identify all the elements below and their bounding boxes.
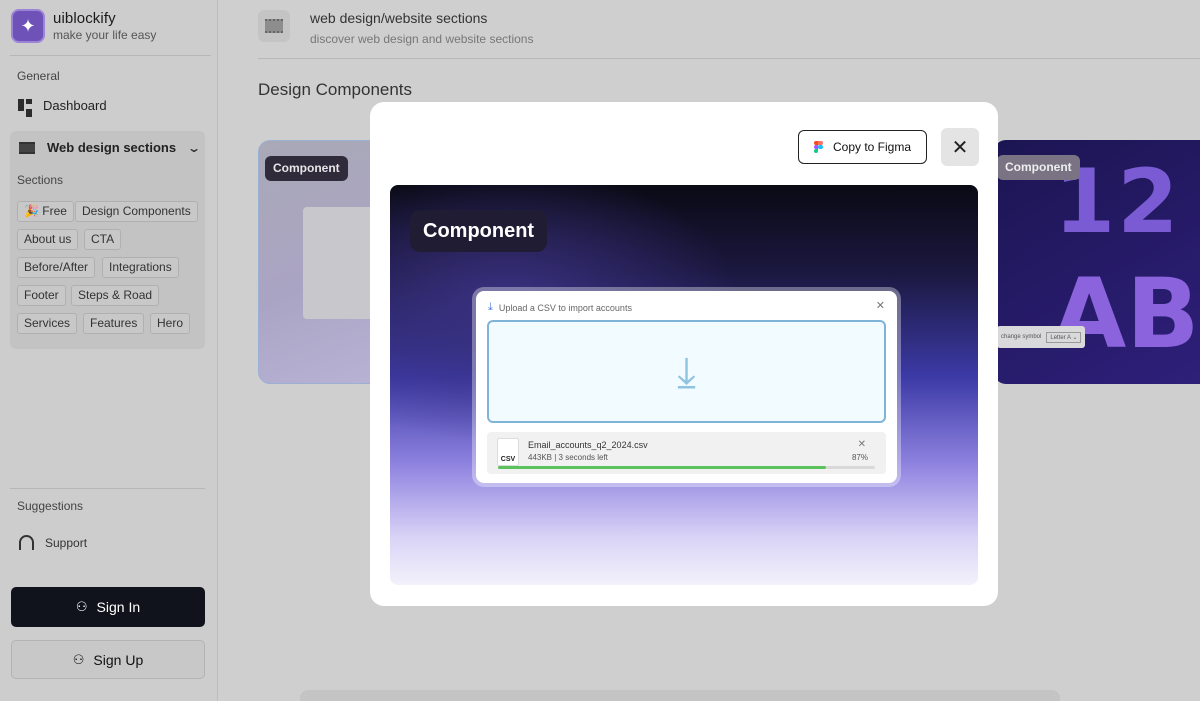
section-icon	[258, 10, 290, 42]
sidebar-item-label: Web design sections	[47, 140, 177, 155]
suggestions-label: Suggestions	[17, 499, 84, 513]
sign-up-label: Sign Up	[93, 651, 144, 668]
scroll-edge	[300, 690, 1060, 701]
sidebar-item-support[interactable]: Support	[19, 535, 87, 550]
upload-title-text: Upload a CSV to import accounts	[498, 302, 632, 313]
card-letters: AB	[1052, 258, 1200, 370]
progress-percent: 87%	[851, 453, 868, 462]
component-preview: Component ⤓ Upload a CSV to import accou…	[390, 185, 978, 585]
upload-title: ⤓ Upload a CSV to import accounts	[488, 301, 632, 314]
copy-to-figma-button[interactable]: Copy to Figma	[798, 130, 927, 164]
card-badge: Component	[997, 155, 1080, 180]
sign-in-button[interactable]: ⚇ Sign In	[11, 587, 205, 627]
dropzone: ⤓	[487, 320, 886, 423]
header-divider	[258, 58, 1200, 59]
progress-track	[498, 466, 875, 469]
chip-before-after[interactable]: Before/After	[17, 257, 96, 278]
chip-design-components[interactable]: Design Components	[75, 201, 198, 222]
file-meta: 443KB | 3 seconds left	[528, 453, 608, 462]
chip-features[interactable]: Features	[83, 313, 145, 334]
component-modal: Copy to Figma ✕ Component ⤓ Upload a CSV…	[370, 102, 998, 606]
logo-icon: ✦	[11, 9, 45, 43]
brand-tagline: make your life easy	[53, 28, 157, 42]
download-arrow-icon: ⤓	[677, 347, 696, 395]
sign-up-button[interactable]: ⚇ Sign Up	[11, 640, 205, 679]
film-icon	[19, 141, 35, 154]
sidebar-item-label: Support	[45, 535, 88, 550]
upload-card: ⤓ Upload a CSV to import accounts ✕ ⤓ CS…	[476, 291, 897, 483]
copy-to-figma-label: Copy to Figma	[832, 140, 912, 154]
section-title: Design Components	[258, 80, 413, 99]
web-design-sections-panel: Web design sections ⌄ Sections 🎉 Free De…	[10, 131, 205, 349]
close-button[interactable]: ✕	[941, 128, 979, 166]
brand-name: uiblockify	[53, 10, 116, 27]
sections-label: Sections	[17, 173, 64, 187]
close-icon: ✕	[951, 136, 969, 159]
chip-cta[interactable]: CTA	[84, 229, 122, 250]
dashboard-icon	[18, 98, 32, 117]
page-subtitle: discover web design and website sections	[310, 32, 534, 46]
chip-hero[interactable]: Hero	[150, 313, 191, 334]
chip-integrations[interactable]: Integrations	[102, 257, 179, 278]
sidebar-divider	[10, 55, 211, 56]
sidebar-item-web-design[interactable]: Web design sections ⌄	[19, 140, 201, 155]
sidebar-item-label: Dashboard	[43, 98, 107, 113]
progress-fill	[498, 466, 826, 469]
sign-in-label: Sign In	[96, 599, 141, 615]
close-icon: ✕	[875, 300, 885, 312]
component-card[interactable]: 12 AB change symbol Letter A ⌄ Component	[994, 140, 1200, 384]
close-icon: ✕	[857, 439, 866, 450]
csv-file-icon: CSV	[497, 438, 519, 466]
chip-steps-road[interactable]: Steps & Road	[71, 285, 160, 306]
download-icon: ⤓	[488, 301, 493, 313]
card-badge: Component	[265, 156, 348, 181]
chip-about-us[interactable]: About us	[17, 229, 79, 250]
chip-footer[interactable]: Footer	[17, 285, 66, 306]
chip-free[interactable]: 🎉 Free	[17, 201, 74, 222]
figma-icon	[813, 140, 823, 154]
symbol-value: Letter A ⌄	[1046, 331, 1082, 343]
symbol-label: change symbol	[1001, 334, 1042, 340]
sidebar: ✦ uiblockify make your life easy General…	[0, 0, 218, 701]
file-row: CSV Email_accounts_q2_2024.csv 443KB | 3…	[487, 432, 886, 474]
user-icon: ⚇	[75, 599, 88, 614]
sidebar-divider	[10, 488, 205, 489]
page-title: web design/website sections	[310, 10, 488, 26]
sidebar-item-dashboard[interactable]: Dashboard	[18, 98, 107, 117]
user-plus-icon: ⚇	[72, 651, 85, 667]
chip-services[interactable]: Services	[17, 313, 78, 334]
brand[interactable]: ✦ uiblockify make your life easy	[11, 9, 156, 43]
headset-icon	[19, 535, 34, 550]
chevron-down-icon[interactable]: ⌄	[187, 141, 201, 155]
file-name: Email_accounts_q2_2024.csv	[528, 440, 648, 450]
preview-badge: Component	[410, 210, 548, 252]
general-label: General	[17, 69, 60, 83]
symbol-selector: change symbol Letter A ⌄	[997, 326, 1086, 348]
